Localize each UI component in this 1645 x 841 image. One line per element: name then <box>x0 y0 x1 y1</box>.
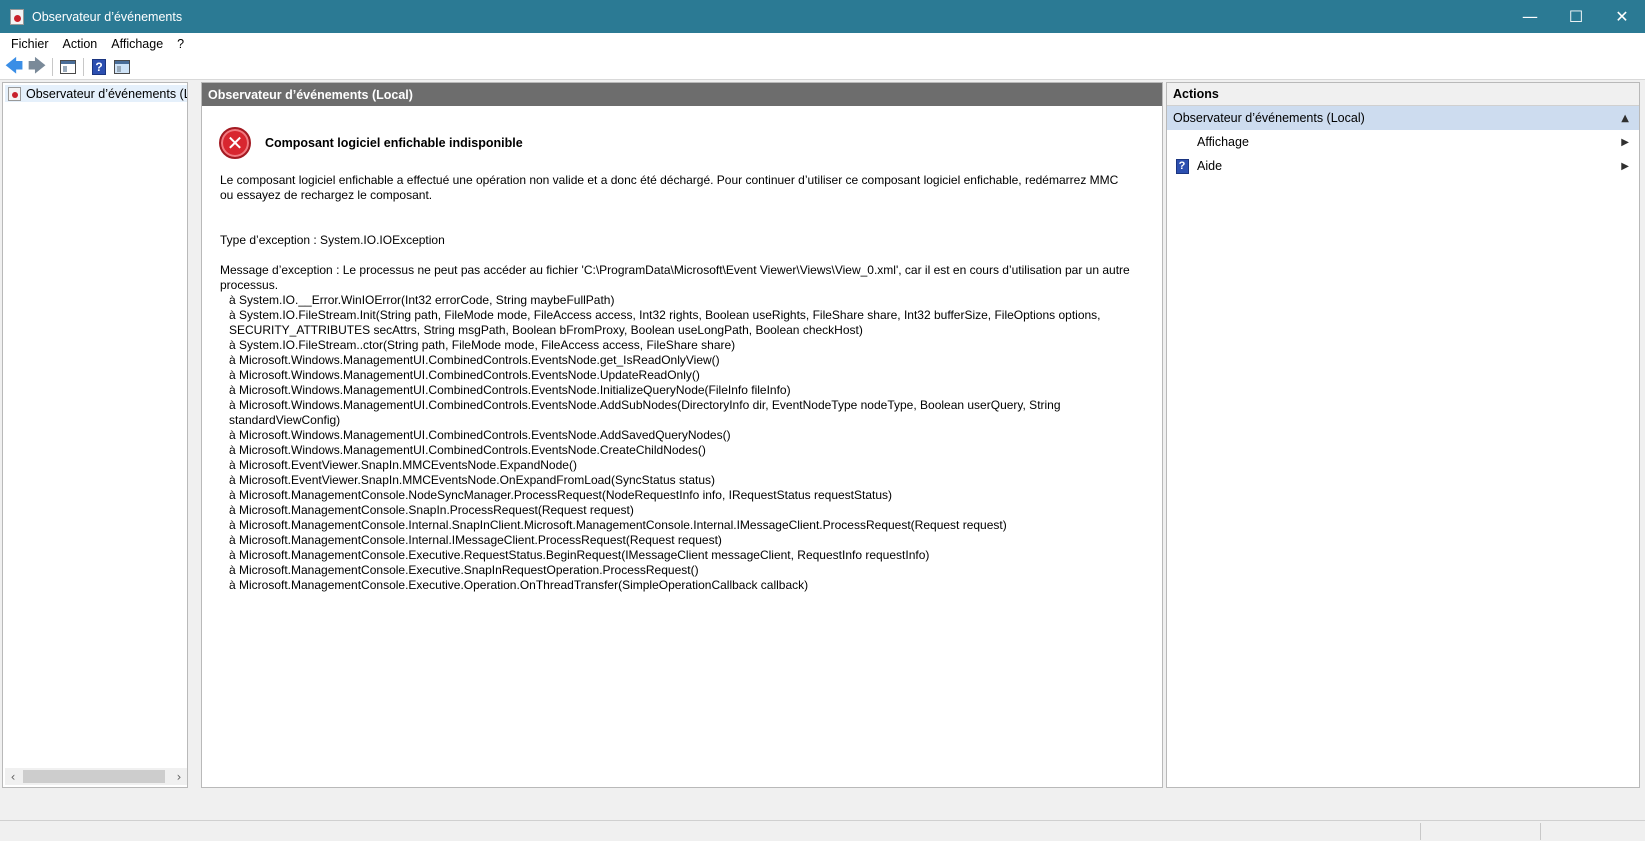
event-viewer-node-icon <box>8 86 21 101</box>
help-icon: ? <box>1175 158 1189 174</box>
window-title: Observateur d’événements <box>32 9 183 24</box>
stack-frame: à Microsoft.Windows.ManagementUI.Combine… <box>229 353 720 367</box>
menu-help[interactable]: ? <box>170 33 191 55</box>
menu-action[interactable]: Action <box>56 33 105 55</box>
console-tree-icon <box>60 60 76 74</box>
exception-type: Type d’exception : System.IO.IOException <box>220 233 445 247</box>
stack-trace: à System.IO.__Error.WinIOError(Int32 err… <box>220 293 1130 593</box>
scroll-thumb[interactable] <box>23 770 165 783</box>
toolbar-separator <box>52 58 53 76</box>
submenu-arrow-icon: ▶ <box>1621 136 1629 148</box>
action-icon-slot: ? <box>1173 158 1191 174</box>
stack-frame: à Microsoft.ManagementConsole.Internal.S… <box>229 518 1007 532</box>
stack-frame: à System.IO.__Error.WinIOError(Int32 err… <box>229 293 615 307</box>
event-viewer-app-icon <box>10 8 24 25</box>
help-icon: ? <box>92 59 106 75</box>
stack-frame: à System.IO.FileStream.Init(String path,… <box>229 308 1101 337</box>
stack-frame: à Microsoft.Windows.ManagementUI.Combine… <box>229 368 700 382</box>
horizontal-scrollbar[interactable]: ‹ › <box>5 768 187 785</box>
actions-header: Actions <box>1167 83 1639 106</box>
back-button[interactable]: 🡄 <box>4 57 24 77</box>
actions-section-label: Observateur d’événements (Local) <box>1173 111 1365 125</box>
error-details: Le composant logiciel enfichable a effec… <box>220 173 1130 593</box>
scroll-left-icon[interactable]: ‹ <box>5 770 21 784</box>
stack-frame: à Microsoft.ManagementConsole.Executive.… <box>229 563 699 577</box>
error-header: ✕ Composant logiciel enfichable indispon… <box>219 127 523 159</box>
menu-bar: Fichier Action Affichage ? <box>0 33 1645 55</box>
stack-frame: à Microsoft.Windows.ManagementUI.Combine… <box>229 428 731 442</box>
forward-arrow-icon: 🡆 <box>27 56 47 77</box>
exception-message: Message d’exception : Le processus ne pe… <box>220 263 1130 292</box>
result-pane: Observateur d’événements (Local) ✕ Compo… <box>201 82 1163 788</box>
help-button[interactable]: ? <box>89 57 109 77</box>
stack-frame: à Microsoft.ManagementConsole.SnapIn.Pro… <box>229 503 634 517</box>
menu-affichage[interactable]: Affichage <box>104 33 170 55</box>
show-hide-action-pane-button[interactable] <box>112 57 132 77</box>
error-title: Composant logiciel enfichable indisponib… <box>265 136 523 150</box>
stack-frame: à Microsoft.ManagementConsole.Internal.I… <box>229 533 722 547</box>
actions-pane: Actions Observateur d’événements (Local)… <box>1166 82 1640 788</box>
stack-frame: à Microsoft.EventViewer.SnapIn.MMCEvents… <box>229 458 577 472</box>
stack-frame: à Microsoft.Windows.ManagementUI.Combine… <box>229 398 1061 427</box>
tree-item-label: Observateur d’événements (Local) <box>26 86 187 101</box>
menu-fichier[interactable]: Fichier <box>4 33 56 55</box>
collapse-icon[interactable]: ▲ <box>1621 113 1629 124</box>
minimize-button[interactable]: — <box>1507 0 1553 33</box>
action-affichage[interactable]: Affichage ▶ <box>1167 130 1639 154</box>
error-description: Le composant logiciel enfichable a effec… <box>220 173 1119 202</box>
maximize-button[interactable]: ☐ <box>1553 0 1599 33</box>
console-tree-pane: Observateur d’événements (Local) ‹ › <box>2 82 188 788</box>
scroll-right-icon[interactable]: › <box>171 770 187 784</box>
action-label: Aide <box>1197 159 1223 173</box>
toolbar-separator <box>83 58 84 76</box>
back-arrow-icon: 🡄 <box>4 56 24 77</box>
title-bar: Observateur d’événements — ☐ ✕ <box>0 0 1645 33</box>
stack-frame: à Microsoft.EventViewer.SnapIn.MMCEvents… <box>229 473 716 487</box>
stack-frame: à Microsoft.ManagementConsole.Executive.… <box>229 548 930 562</box>
toolbar: 🡄 🡆 ? <box>0 55 1645 80</box>
status-divider <box>1420 823 1421 840</box>
stack-frame: à Microsoft.Windows.ManagementUI.Combine… <box>229 383 791 397</box>
forward-button[interactable]: 🡆 <box>27 57 47 77</box>
window-controls: — ☐ ✕ <box>1507 0 1645 33</box>
result-pane-header: Observateur d’événements (Local) <box>202 83 1162 106</box>
close-button[interactable]: ✕ <box>1599 0 1645 33</box>
tree-item-event-viewer-local[interactable]: Observateur d’événements (Local) <box>5 85 187 102</box>
action-label: Affichage <box>1197 135 1249 149</box>
stack-frame: à Microsoft.ManagementConsole.NodeSyncMa… <box>229 488 893 502</box>
error-icon: ✕ <box>219 127 251 159</box>
stack-frame: à Microsoft.ManagementConsole.Executive.… <box>229 578 809 592</box>
stack-frame: à System.IO.FileStream..ctor(String path… <box>229 338 736 352</box>
submenu-arrow-icon: ▶ <box>1621 160 1629 172</box>
action-aide[interactable]: ? Aide ▶ <box>1167 154 1639 178</box>
stack-frame: à Microsoft.Windows.ManagementUI.Combine… <box>229 443 706 457</box>
show-hide-console-tree-button[interactable] <box>58 57 78 77</box>
status-divider <box>1540 823 1541 840</box>
status-bar <box>0 820 1645 841</box>
actions-section-event-viewer-local[interactable]: Observateur d’événements (Local) ▲ <box>1167 106 1639 130</box>
action-pane-icon <box>114 60 130 74</box>
